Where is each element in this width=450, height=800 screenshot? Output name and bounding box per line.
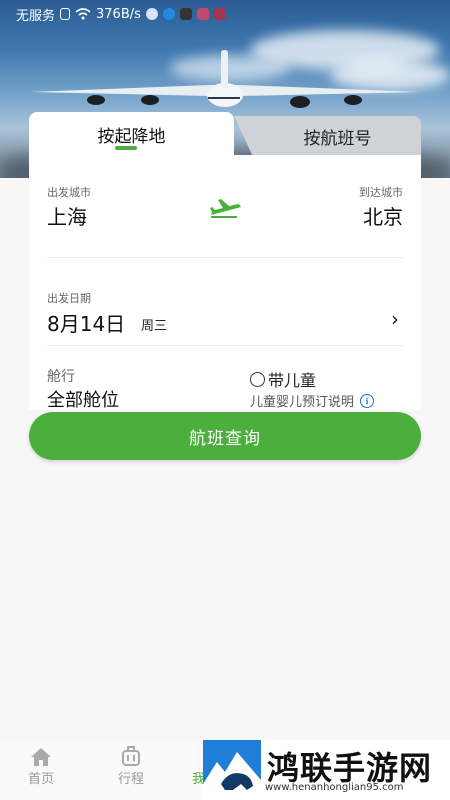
carrier-text: 无服务 xyxy=(16,8,56,24)
with-child-toggle[interactable]: 带儿童 xyxy=(250,367,316,391)
chevron-right-icon[interactable]: › xyxy=(391,307,399,331)
from-label: 出发城市 xyxy=(47,186,91,199)
cloud-icon xyxy=(179,8,192,20)
nav-item-trip[interactable]: 行程 xyxy=(118,746,144,787)
weekday: 周三 xyxy=(141,319,168,334)
app-icon xyxy=(162,8,175,20)
nav-item-home[interactable]: 首页 xyxy=(28,746,54,787)
flight-search-button[interactable]: 航班查询 xyxy=(29,412,421,460)
network-speed: 376B/s xyxy=(96,6,141,22)
divider xyxy=(47,345,403,346)
radio-icon[interactable] xyxy=(250,371,265,387)
tab-label: 按航班号 xyxy=(303,128,372,149)
tab-by-city[interactable]: 按起降地 xyxy=(29,112,234,156)
nav-label: 行程 xyxy=(118,772,145,787)
home-icon xyxy=(31,748,51,766)
info-icon[interactable]: i xyxy=(360,393,375,408)
nav-label: 首页 xyxy=(28,772,55,787)
to-city[interactable]: 北京 xyxy=(363,201,403,230)
luggage-icon xyxy=(122,746,140,766)
sim-icon xyxy=(60,8,71,20)
departure-date[interactable]: 8月14日 xyxy=(47,308,125,337)
cabin-select[interactable]: 全部舱位 xyxy=(47,386,119,412)
from-city[interactable]: 上海 xyxy=(47,201,87,230)
search-card: 出发城市 上海 到达城市 北京 出发日期 8月14日 周三 › 舱行 全部舱位 … xyxy=(29,155,421,412)
divider xyxy=(47,257,403,258)
with-child-label: 带儿童 xyxy=(268,371,317,390)
date-label: 出发日期 xyxy=(47,292,91,305)
status-bar: 无服务 376B/s xyxy=(0,0,450,28)
watermark-url: www.henanhonglian95.com xyxy=(265,782,404,793)
plane-icon[interactable] xyxy=(209,197,243,219)
watermark: 鸿联手游网 www.henanhonglian95.com xyxy=(203,740,450,800)
app-icon xyxy=(196,8,209,20)
cabin-label: 舱行 xyxy=(47,369,75,385)
app-icon xyxy=(145,8,158,20)
search-mode-tabs: 按起降地 按航班号 xyxy=(29,112,421,156)
tab-label: 按起降地 xyxy=(97,126,166,147)
to-label: 到达城市 xyxy=(359,186,403,199)
app-icon xyxy=(213,8,226,20)
child-booking-note[interactable]: 儿童婴儿预订说明 i xyxy=(250,391,375,410)
airplane-image xyxy=(30,50,420,108)
tab-by-flight-number[interactable]: 按航班号 xyxy=(234,116,421,156)
wifi-icon xyxy=(75,8,91,20)
active-indicator xyxy=(115,146,137,150)
child-note-text: 儿童婴儿预订说明 xyxy=(250,395,355,410)
watermark-logo xyxy=(203,740,261,796)
